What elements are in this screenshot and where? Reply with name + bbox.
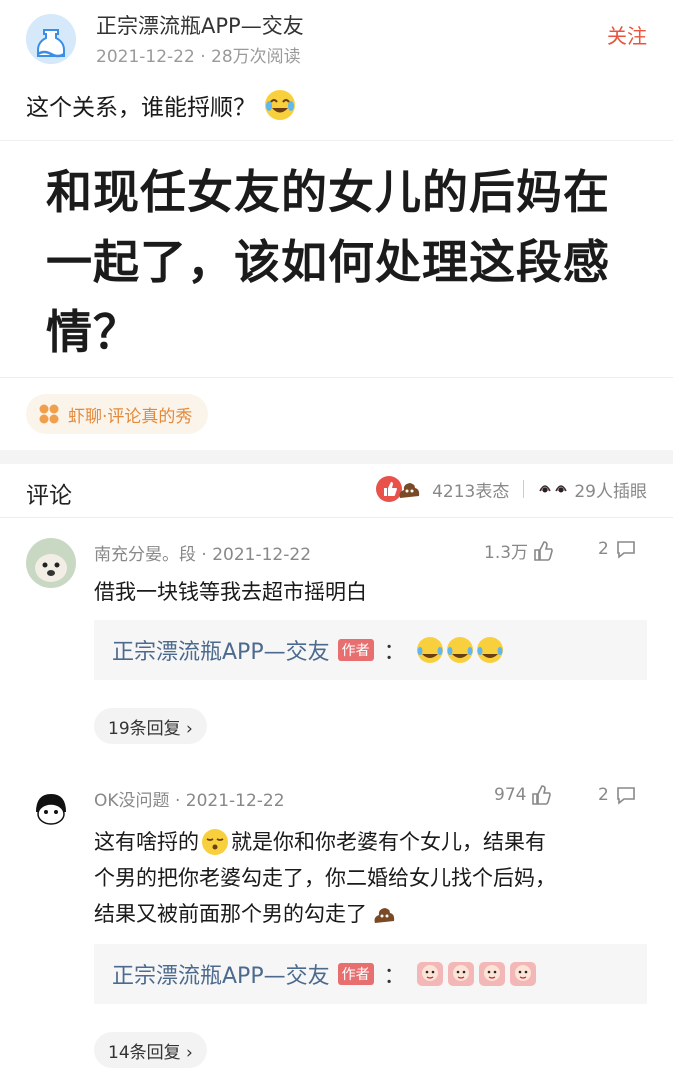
meta-separator: ·	[200, 47, 212, 67]
post-header: 正宗漂流瓶APP—交友 2021-12-22 · 28万次阅读 关注	[0, 0, 673, 78]
crying-laugh-emoji-icon	[264, 89, 296, 121]
peek-eyes-icon	[538, 479, 568, 499]
commenter-avatar[interactable]	[26, 784, 76, 834]
comment-like-count: 974	[494, 785, 527, 805]
comment-line: 结果又被前面那个男的勾走了	[94, 896, 654, 932]
quoted-question: 和现任女友的女儿的后妈在一起了，该如何处理这段感情？	[46, 165, 610, 359]
comment-like-button[interactable]: 1.3万	[484, 538, 554, 563]
quoted-question-card[interactable]: 和现任女友的女儿的后妈在一起了，该如何处理这段感情？	[0, 140, 673, 378]
comment-item: OK没问题 · 2021-12-22 974 2 这有啥捋的 就是你和你老婆有个…	[0, 764, 673, 1080]
commenter-avatar[interactable]	[26, 538, 76, 588]
topic-tag[interactable]: 虾聊·评论真的秀	[26, 394, 209, 434]
author-name[interactable]: 正宗漂流瓶APP—交友	[96, 10, 304, 40]
crying-laugh-emoji-icon	[416, 636, 506, 664]
comment-meta: 南充分晏。段 · 2021-12-22	[94, 540, 311, 565]
meta-separator: ·	[201, 545, 213, 565]
author-badge: 作者	[337, 963, 374, 985]
comment-line: 这有啥捋的 就是你和你老婆有个女儿，结果有	[94, 824, 654, 860]
topic-tag-label: 虾聊·评论真的秀	[68, 406, 193, 427]
comment-item: 南充分晏。段 · 2021-12-22 1.3万 2 借我一块钱等我去超市摇明白…	[0, 518, 673, 758]
meta-separator: ·	[174, 791, 186, 811]
author-reply[interactable]: 正宗漂流瓶APP—交友 作者 ：	[94, 620, 647, 680]
comment-line-1a: 这有啥捋的	[94, 830, 199, 854]
post-text: 这个关系，谁能捋顺？	[26, 95, 256, 121]
reply-colon: ：	[383, 964, 406, 989]
comment-reply-count: 2	[598, 785, 609, 805]
post-body: 这个关系，谁能捋顺？	[26, 88, 296, 122]
comment-text: 这有啥捋的 就是你和你老婆有个女儿，结果有 个男的把你老婆勾走了，你二婚给女儿找…	[94, 824, 654, 932]
comments-header: 评论 4213表态 29人插眼	[0, 464, 673, 518]
author-avatar[interactable]	[26, 14, 76, 64]
post-meta: 2021-12-22 · 28万次阅读	[96, 42, 301, 67]
reaction-separator	[523, 480, 525, 498]
comment-line-2: 个男的把你老婆勾走了，你二婚给女儿找个后妈，	[94, 866, 556, 890]
peek-count: 29人插眼	[574, 481, 647, 502]
reaction-count: 4213表态	[432, 481, 510, 502]
reply-colon: ：	[383, 640, 406, 665]
commenter-name[interactable]: 南充分晏。段	[94, 545, 196, 565]
comment-date: 2021-12-22	[212, 545, 312, 565]
comment-line-3: 结果又被前面那个男的勾走了	[94, 902, 367, 926]
comment-reply-button[interactable]: 2	[598, 784, 637, 806]
comment-like-count: 1.3万	[484, 543, 529, 563]
comment-like-button[interactable]: 974	[494, 784, 552, 806]
comment-date: 2021-12-22	[185, 791, 285, 811]
poop-reaction-icon	[396, 476, 422, 502]
thumbs-up-icon	[532, 540, 554, 562]
comment-reply-button[interactable]: 2	[598, 538, 637, 560]
comment-reply-count: 2	[598, 539, 609, 559]
reply-bubble-icon	[615, 784, 637, 806]
topic-tag-icon	[38, 403, 60, 425]
more-replies-button[interactable]: 14条回复 ›	[94, 1032, 207, 1068]
poop-emoji-icon	[371, 901, 397, 927]
comment-meta: OK没问题 · 2021-12-22	[94, 786, 285, 811]
follow-button[interactable]: 关注	[607, 20, 647, 49]
comments-title: 评论	[26, 483, 72, 509]
reaction-summary[interactable]: 4213表态 29人插眼	[376, 476, 647, 502]
commenter-name[interactable]: OK没问题	[94, 791, 170, 811]
comment-text: 借我一块钱等我去超市摇明白	[94, 580, 367, 604]
author-reply[interactable]: 正宗漂流瓶APP—交友 作者 ：	[94, 944, 647, 1004]
author-badge: 作者	[337, 639, 374, 661]
comment-line-1b: 就是你和你老婆有个女儿，结果有	[231, 830, 546, 854]
thumbs-up-icon	[530, 784, 552, 806]
post-date: 2021-12-22	[96, 47, 195, 67]
section-divider	[0, 450, 673, 464]
more-replies-button[interactable]: 19条回复 ›	[94, 708, 207, 744]
post-views: 28万次阅读	[211, 47, 301, 67]
sleepy-face-emoji-icon	[201, 828, 229, 856]
reply-bubble-icon	[615, 538, 637, 560]
girl-face-emoji-icon	[416, 960, 538, 988]
reply-author-name[interactable]: 正宗漂流瓶APP—交友	[112, 634, 330, 666]
reply-author-name[interactable]: 正宗漂流瓶APP—交友	[112, 958, 330, 990]
